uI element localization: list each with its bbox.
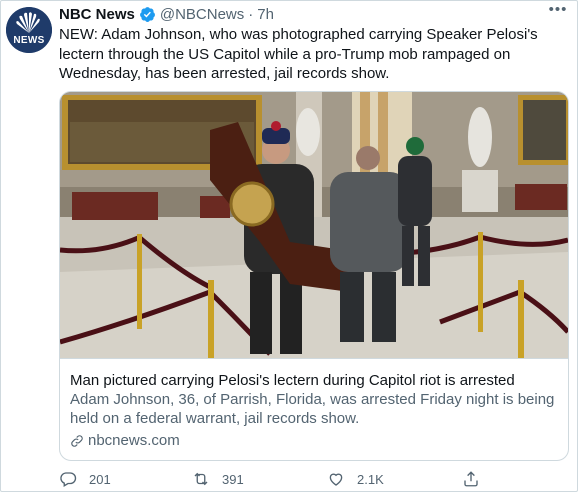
- separator-dot: ·: [248, 5, 254, 23]
- timestamp[interactable]: 7h: [257, 6, 274, 23]
- capitol-rotunda-photo: [60, 92, 568, 358]
- avatar[interactable]: NEWS: [6, 7, 52, 53]
- retweet-count: 391: [222, 471, 244, 487]
- reply-button[interactable]: 201: [59, 470, 111, 488]
- tweet-actions: 201 391 2.1K: [59, 470, 569, 490]
- like-icon: [329, 473, 343, 486]
- retweet-button[interactable]: 391: [192, 470, 244, 488]
- share-icon: [464, 471, 478, 487]
- author-handle[interactable]: @NBCNews: [160, 6, 244, 23]
- retweet-icon: [194, 472, 208, 486]
- reply-count: 201: [89, 471, 111, 487]
- nbc-peacock-icon: [6, 7, 52, 53]
- card-meta: Man pictured carrying Pelosi's lectern d…: [60, 358, 568, 460]
- verified-badge-icon: [139, 6, 155, 22]
- avatar-label: NEWS: [13, 35, 45, 46]
- card-image[interactable]: [60, 92, 568, 358]
- share-button[interactable]: [462, 470, 492, 488]
- card-description: Adam Johnson, 36, of Parrish, Florida, w…: [70, 391, 555, 427]
- author-name[interactable]: NBC News: [59, 6, 135, 23]
- more-icon[interactable]: •••: [548, 2, 568, 21]
- tweet-header: NBC News @NBCNews · 7h: [59, 4, 274, 24]
- card-domain-text: nbcnews.com: [88, 432, 180, 449]
- like-button[interactable]: 2.1K: [327, 470, 384, 488]
- link-card[interactable]: Man pictured carrying Pelosi's lectern d…: [59, 91, 569, 461]
- card-domain[interactable]: nbcnews.com: [70, 432, 180, 449]
- like-count: 2.1K: [357, 471, 384, 487]
- tweet-text: NEW: Adam Johnson, who was photographed …: [59, 26, 538, 82]
- card-title[interactable]: Man pictured carrying Pelosi's lectern d…: [70, 371, 560, 390]
- link-icon: [71, 434, 83, 447]
- reply-icon: [60, 472, 77, 487]
